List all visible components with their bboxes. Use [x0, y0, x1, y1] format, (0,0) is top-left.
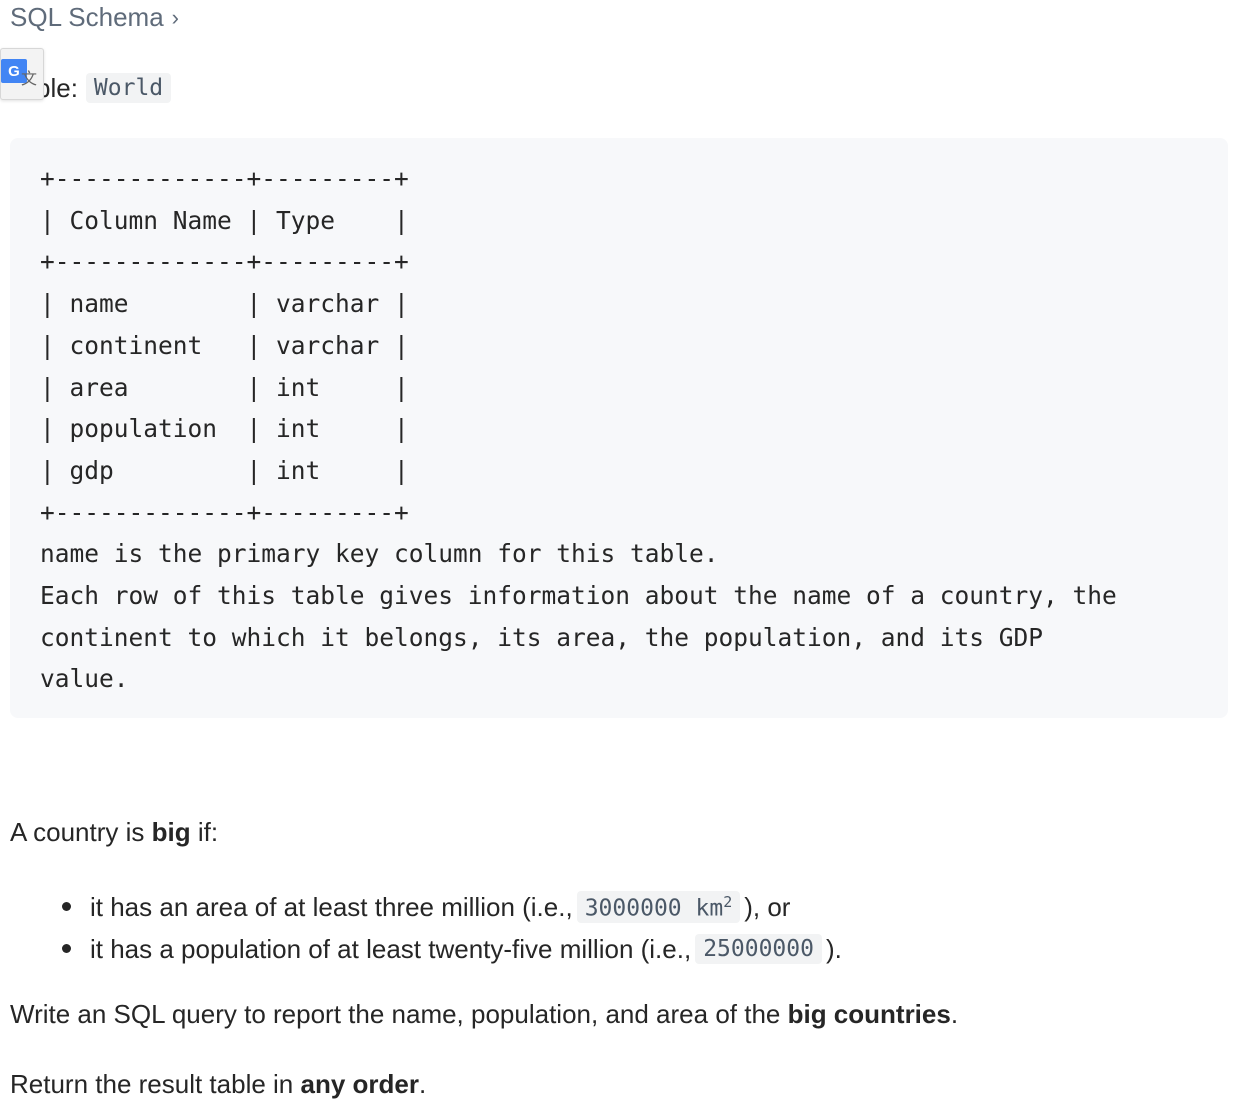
- bullet-prefix: it has an area of at least three million…: [90, 891, 573, 922]
- table-name-code: World: [85, 73, 172, 103]
- bullet-prefix: it has a population of at least twenty-f…: [90, 933, 692, 964]
- table-heading: ble: World: [36, 68, 172, 108]
- list-item: it has a population of at least twenty-f…: [62, 928, 842, 970]
- task-paragraph: Write an SQL query to report the name, p…: [10, 998, 958, 1032]
- bullet-suffix: ).: [825, 933, 842, 964]
- population-code-pill: 25000000: [695, 934, 822, 964]
- return-bold: any order: [300, 1069, 420, 1099]
- criteria-list: it has an area of at least three million…: [62, 886, 842, 970]
- task-suffix: .: [950, 999, 959, 1029]
- bullet-dot: [62, 944, 71, 953]
- big-definition-paragraph: A country is big if:: [10, 816, 218, 850]
- schema-code-text: +-------------+---------+ | Column Name …: [40, 164, 1117, 694]
- return-suffix: .: [419, 1069, 427, 1099]
- area-code-value: 3000000 km: [584, 895, 724, 922]
- chevron-right-icon[interactable]: ›: [172, 7, 179, 29]
- task-bold: big countries: [787, 999, 951, 1029]
- big-intro-prefix: A country is: [10, 817, 152, 847]
- schema-code-block: +-------------+---------+ | Column Name …: [10, 138, 1228, 718]
- area-code-pill: 3000000 km2: [576, 890, 741, 924]
- big-intro-suffix: if:: [190, 817, 219, 847]
- big-intro-bold: big: [151, 817, 191, 847]
- breadcrumb-label[interactable]: SQL Schema: [10, 2, 164, 33]
- area-code-sup: 2: [723, 892, 733, 911]
- return-prefix: Return the result table in: [10, 1069, 301, 1099]
- bullet-dot: [62, 902, 71, 911]
- translate-x-glyph: 文: [21, 71, 38, 88]
- bullet-suffix: ), or: [744, 891, 791, 922]
- breadcrumb[interactable]: SQL Schema ›: [10, 0, 179, 34]
- list-item: it has an area of at least three million…: [62, 886, 842, 928]
- task-prefix: Write an SQL query to report the name, p…: [10, 999, 788, 1029]
- return-paragraph: Return the result table in any order.: [10, 1068, 426, 1102]
- google-translate-icon[interactable]: G 文: [0, 48, 44, 100]
